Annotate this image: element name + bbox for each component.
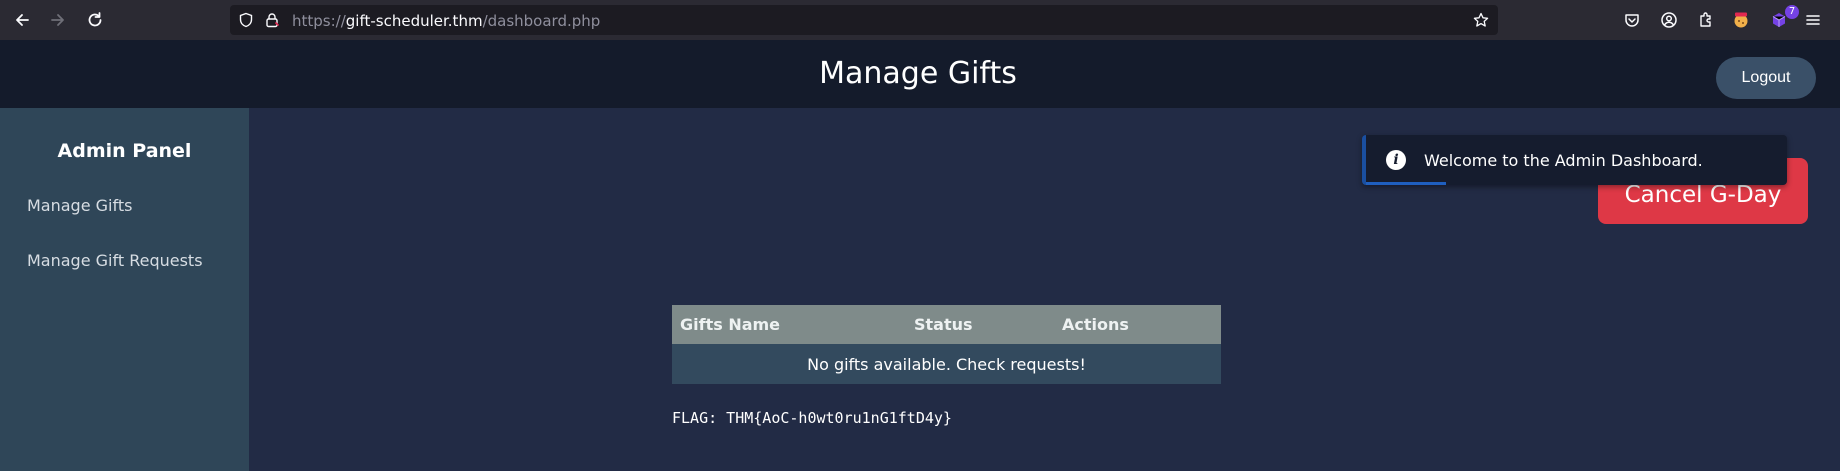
toast-notification[interactable]: i Welcome to the Admin Dashboard. <box>1362 135 1787 185</box>
browser-toolbar: https://gift-scheduler.thm/dashboard.php… <box>0 0 1840 40</box>
sidebar-title: Admin Panel <box>57 140 192 162</box>
pocket-icon[interactable] <box>1622 10 1642 30</box>
bookmark-star-icon[interactable] <box>1473 12 1489 28</box>
sidebar-item-manage-gift-requests[interactable]: Manage Gift Requests <box>27 251 203 270</box>
sidebar-item-manage-gifts[interactable]: Manage Gifts <box>27 196 132 215</box>
page-header: Manage Gifts Logout <box>0 40 1840 108</box>
reload-button[interactable] <box>83 8 107 32</box>
url-scheme: https:// <box>292 12 346 30</box>
account-icon[interactable] <box>1659 10 1679 30</box>
back-button[interactable] <box>10 8 34 32</box>
empty-table-message: No gifts available. Check requests! <box>672 344 1221 384</box>
table-header-row: Gifts Name Status Actions <box>672 305 1221 344</box>
cookie-extension-icon[interactable] <box>1731 10 1751 30</box>
logout-button[interactable]: Logout <box>1716 57 1816 99</box>
back-arrow-icon <box>16 14 29 26</box>
info-icon: i <box>1386 150 1406 170</box>
column-header-actions: Actions <box>1054 305 1221 344</box>
shield-icon[interactable] <box>238 12 254 28</box>
page-title: Manage Gifts <box>819 56 1017 91</box>
address-bar[interactable]: https://gift-scheduler.thm/dashboard.php <box>230 5 1498 35</box>
menu-icon[interactable] <box>1803 10 1823 30</box>
forward-arrow-icon <box>51 14 64 26</box>
column-header-status: Status <box>906 305 1054 344</box>
extensions-icon[interactable] <box>1696 10 1716 30</box>
toast-message: Welcome to the Admin Dashboard. <box>1424 151 1703 170</box>
lock-icon[interactable] <box>264 12 280 28</box>
extension-badge: 7 <box>1785 5 1799 19</box>
sidebar: Admin Panel Manage Gifts Manage Gift Req… <box>0 108 249 471</box>
column-header-gifts-name: Gifts Name <box>672 305 906 344</box>
flag-text: FLAG: THM{AoC-h0wt0ru1nG1ftD4y} <box>672 409 952 427</box>
reload-icon <box>88 12 102 27</box>
url-path: /dashboard.php <box>482 12 601 30</box>
url-text[interactable]: https://gift-scheduler.thm/dashboard.php <box>292 12 600 30</box>
url-host: gift-scheduler.thm <box>345 12 483 30</box>
gifts-table: Gifts Name Status Actions No gifts avail… <box>672 305 1221 384</box>
toast-progress-bar <box>1366 182 1446 185</box>
forward-button[interactable] <box>46 8 70 32</box>
table-row: No gifts available. Check requests! <box>672 344 1221 384</box>
